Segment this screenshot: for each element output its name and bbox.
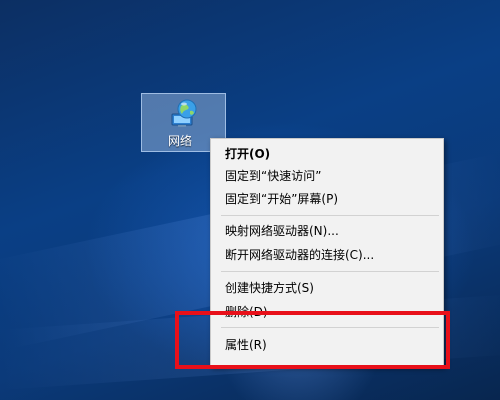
menu-separator <box>221 215 439 216</box>
menu-item-map-network-drive[interactable]: 映射网络驱动器(N)... <box>211 220 443 242</box>
menu-item-pin-start[interactable]: 固定到“开始”屏幕(P) <box>211 188 443 210</box>
network-globe-icon <box>171 99 197 127</box>
desktop: 网络 打开(O) 固定到“快速访问” 固定到“开始”屏幕(P) 映射网络驱动器(… <box>0 0 500 400</box>
menu-item-open[interactable]: 打开(O) <box>211 143 443 165</box>
menu-item-pin-quick-access[interactable]: 固定到“快速访问” <box>211 165 443 187</box>
menu-item-create-shortcut[interactable]: 创建快捷方式(S) <box>211 277 443 299</box>
menu-item-disconnect-network-drive[interactable]: 断开网络驱动器的连接(C)... <box>211 244 443 266</box>
menu-separator <box>221 271 439 272</box>
desktop-icon-label: 网络 <box>168 134 193 148</box>
highlight-annotation-box <box>175 311 450 369</box>
